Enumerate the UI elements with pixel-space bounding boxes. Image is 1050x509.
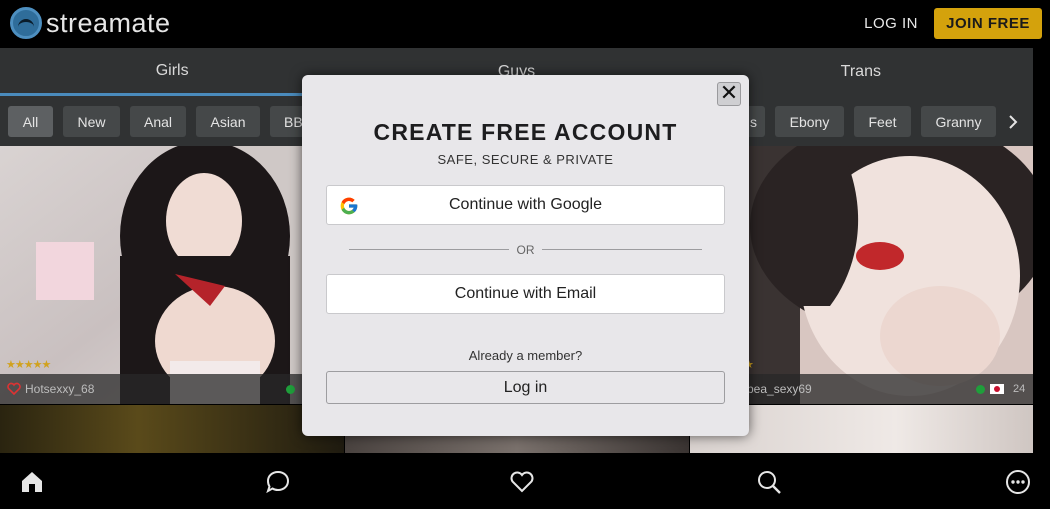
chevron-right-icon[interactable]	[1003, 106, 1023, 137]
model-name: Hotsexxy_68	[25, 382, 95, 396]
category-all[interactable]: All	[8, 106, 53, 137]
close-icon[interactable]: ✕	[717, 82, 741, 106]
google-icon	[340, 197, 358, 215]
home-icon[interactable]	[19, 469, 45, 495]
or-divider: OR	[349, 243, 702, 257]
create-account-modal: ✕ CREATE FREE ACCOUNT SAFE, SECURE & PRI…	[302, 75, 749, 436]
streamate-page: streamate LOG IN JOIN FREE Girls Guys Tr…	[0, 0, 1050, 509]
category-ebony[interactable]: Ebony	[775, 106, 844, 137]
join-free-button[interactable]: JOIN FREE	[934, 8, 1042, 39]
modal-login-button[interactable]: Log in	[326, 371, 725, 404]
continue-with-email-button[interactable]: Continue with Email	[326, 274, 725, 314]
category-granny[interactable]: Granny	[921, 106, 996, 137]
model-card[interactable]: ★★★★★ Hotsexxy_68	[0, 146, 344, 404]
chat-icon[interactable]	[265, 469, 291, 495]
logo-text: streamate	[46, 7, 171, 38]
card-footer: Hotsexxy_68	[0, 374, 344, 404]
logo-mark-icon	[10, 7, 42, 39]
online-status-icon	[976, 385, 985, 394]
model-photo	[0, 146, 344, 404]
model-name: bea_sexy69	[747, 382, 812, 396]
model-card[interactable]	[0, 405, 344, 453]
favorite-heart-icon[interactable]	[7, 382, 21, 396]
streamate-logo[interactable]: streamate	[10, 7, 171, 39]
model-photo	[0, 405, 344, 453]
search-icon[interactable]	[756, 469, 782, 495]
viewer-count: 24	[1013, 383, 1026, 395]
top-header: streamate LOG IN JOIN FREE	[0, 0, 1050, 48]
divider-line	[542, 249, 702, 250]
already-member-text: Already a member?	[468, 348, 583, 363]
category-feet[interactable]: Feet	[854, 106, 911, 137]
favorites-icon[interactable]	[509, 469, 535, 495]
or-label: OR	[516, 243, 535, 257]
rating-stars: ★★★★★	[6, 359, 51, 371]
tab-girls[interactable]: Girls	[0, 48, 345, 96]
category-asian[interactable]: Asian	[196, 106, 260, 137]
japan-flag-icon	[990, 384, 1004, 394]
google-button-label: Continue with Google	[449, 196, 602, 213]
category-new[interactable]: New	[63, 106, 120, 137]
header-login-link[interactable]: LOG IN	[864, 15, 918, 32]
online-status-icon	[286, 385, 295, 394]
modal-subtitle: SAFE, SECURE & PRIVATE	[437, 152, 614, 167]
bottom-navigation	[0, 453, 1050, 509]
more-icon[interactable]	[1005, 469, 1031, 495]
category-anal[interactable]: Anal	[130, 106, 186, 137]
continue-with-google-button[interactable]: Continue with Google	[326, 185, 725, 225]
modal-title: CREATE FREE ACCOUNT	[373, 119, 678, 145]
